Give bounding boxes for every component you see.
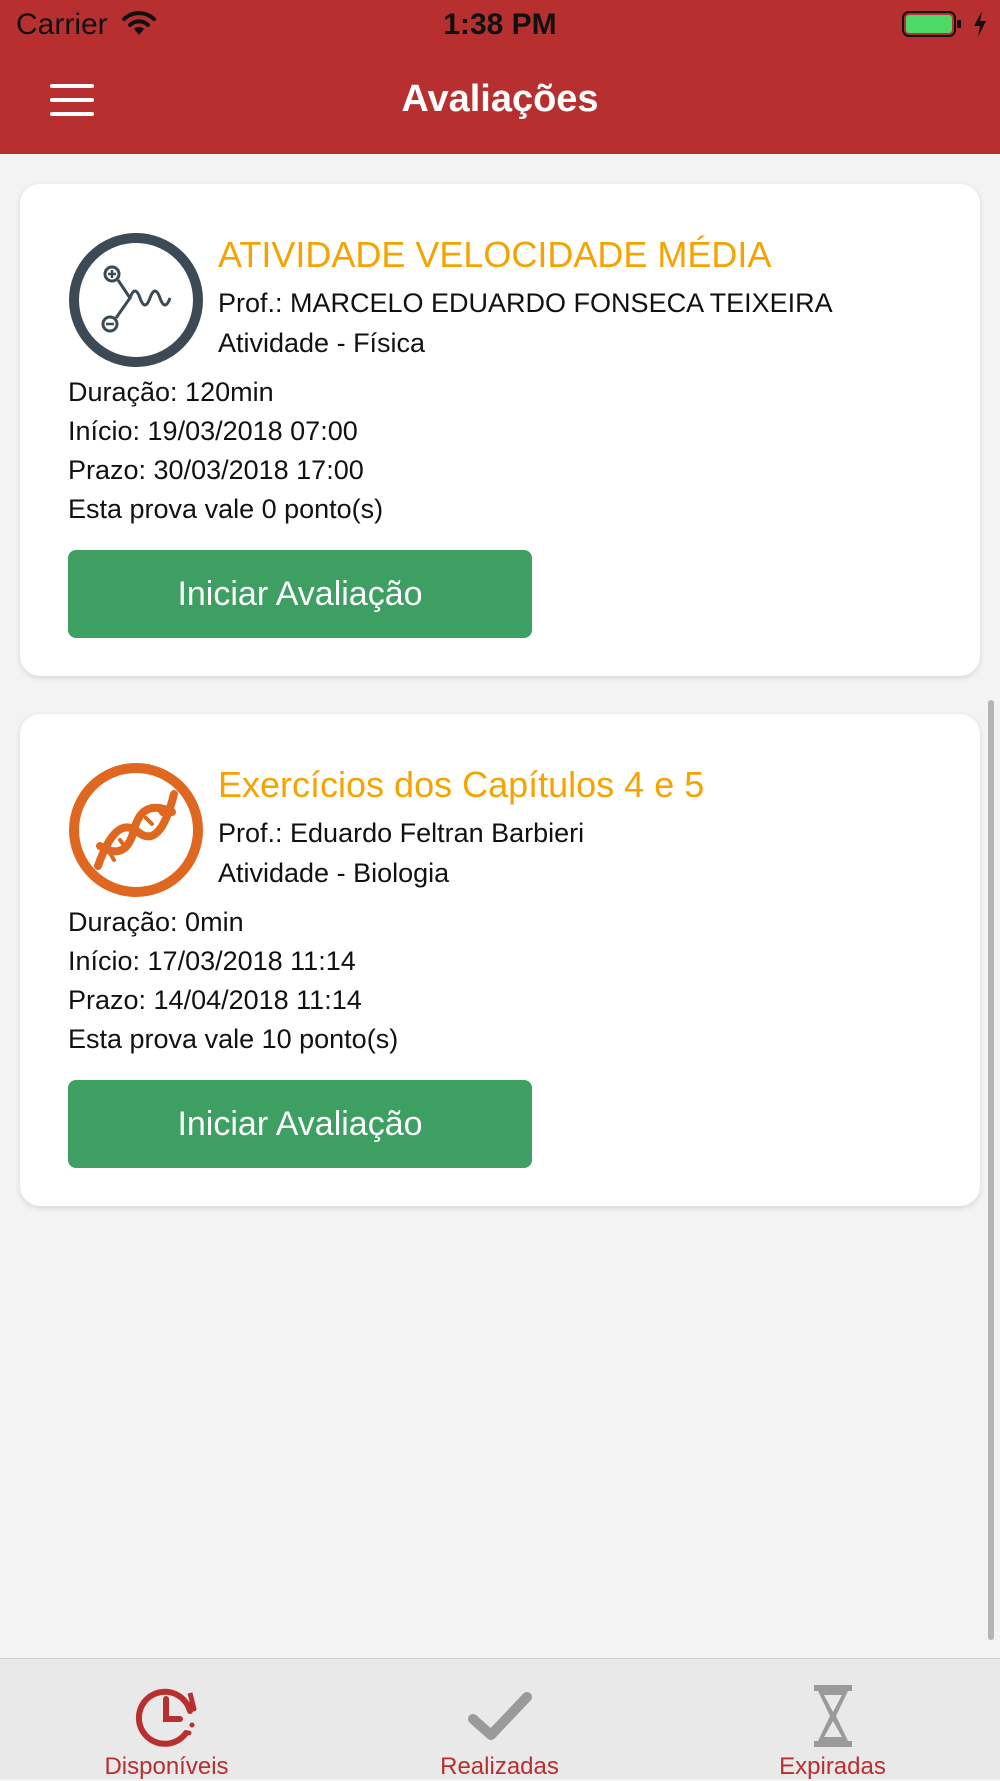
start-evaluation-button[interactable]: Iniciar Avaliação	[68, 1080, 532, 1168]
subject-label: Atividade - Física	[218, 328, 426, 358]
deadline-label: Prazo: 30/03/2018 17:00	[68, 455, 364, 485]
points-label: Esta prova vale 10 ponto(s)	[68, 1024, 399, 1054]
tab-disponiveis[interactable]: Disponíveis	[0, 1659, 333, 1780]
start-evaluation-button[interactable]: Iniciar Avaliação	[68, 550, 532, 638]
start-date-label: Início: 17/03/2018 11:14	[68, 946, 356, 976]
scrollbar[interactable]	[988, 700, 994, 1640]
tab-bar: Disponíveis Realizadas Expiradas	[0, 1658, 1000, 1780]
tab-realizadas[interactable]: Realizadas	[333, 1659, 666, 1780]
start-date-label: Início: 19/03/2018 07:00	[68, 416, 358, 446]
page-title: Avaliações	[401, 78, 599, 120]
evaluation-list[interactable]: ATIVIDADE VELOCIDADE MÉDIA Prof.: MARCEL…	[0, 154, 1000, 1658]
hourglass-icon	[813, 1685, 852, 1747]
deadline-label: Prazo: 14/04/2018 11:14	[68, 985, 362, 1015]
evaluation-title: ATIVIDADE VELOCIDADE MÉDIA	[218, 234, 772, 275]
evaluation-card: Exercícios dos Capítulos 4 e 5 Prof.: Ed…	[20, 714, 980, 1206]
battery-icon	[902, 11, 961, 37]
tab-label: Expiradas	[779, 1753, 886, 1780]
physics-wave-icon	[69, 233, 203, 367]
status-time: 1:38 PM	[443, 8, 557, 41]
duration-label: Duração: 0min	[68, 907, 244, 937]
professor-name: Prof.: Eduardo Feltran Barbieri	[218, 818, 585, 848]
points-label: Esta prova vale 0 ponto(s)	[68, 494, 384, 524]
status-bar: Carrier 1:38 PM	[0, 0, 1000, 50]
dna-icon	[69, 763, 203, 897]
duration-label: Duração: 120min	[68, 377, 274, 407]
nav-bar: Avaliações	[0, 50, 1000, 154]
evaluation-title: Exercícios dos Capítulos 4 e 5	[218, 764, 705, 805]
charging-bolt-icon	[974, 11, 986, 37]
tab-label: Realizadas	[440, 1753, 559, 1780]
evaluation-card: ATIVIDADE VELOCIDADE MÉDIA Prof.: MARCEL…	[20, 184, 980, 676]
checkmark-icon	[467, 1692, 532, 1740]
tab-label: Disponíveis	[104, 1753, 229, 1780]
subject-label: Atividade - Biologia	[218, 858, 450, 888]
tab-expiradas[interactable]: Expiradas	[666, 1659, 999, 1780]
clock-refresh-icon	[135, 1688, 196, 1747]
professor-name: Prof.: MARCELO EDUARDO FONSECA TEIXEIRA	[218, 288, 833, 318]
